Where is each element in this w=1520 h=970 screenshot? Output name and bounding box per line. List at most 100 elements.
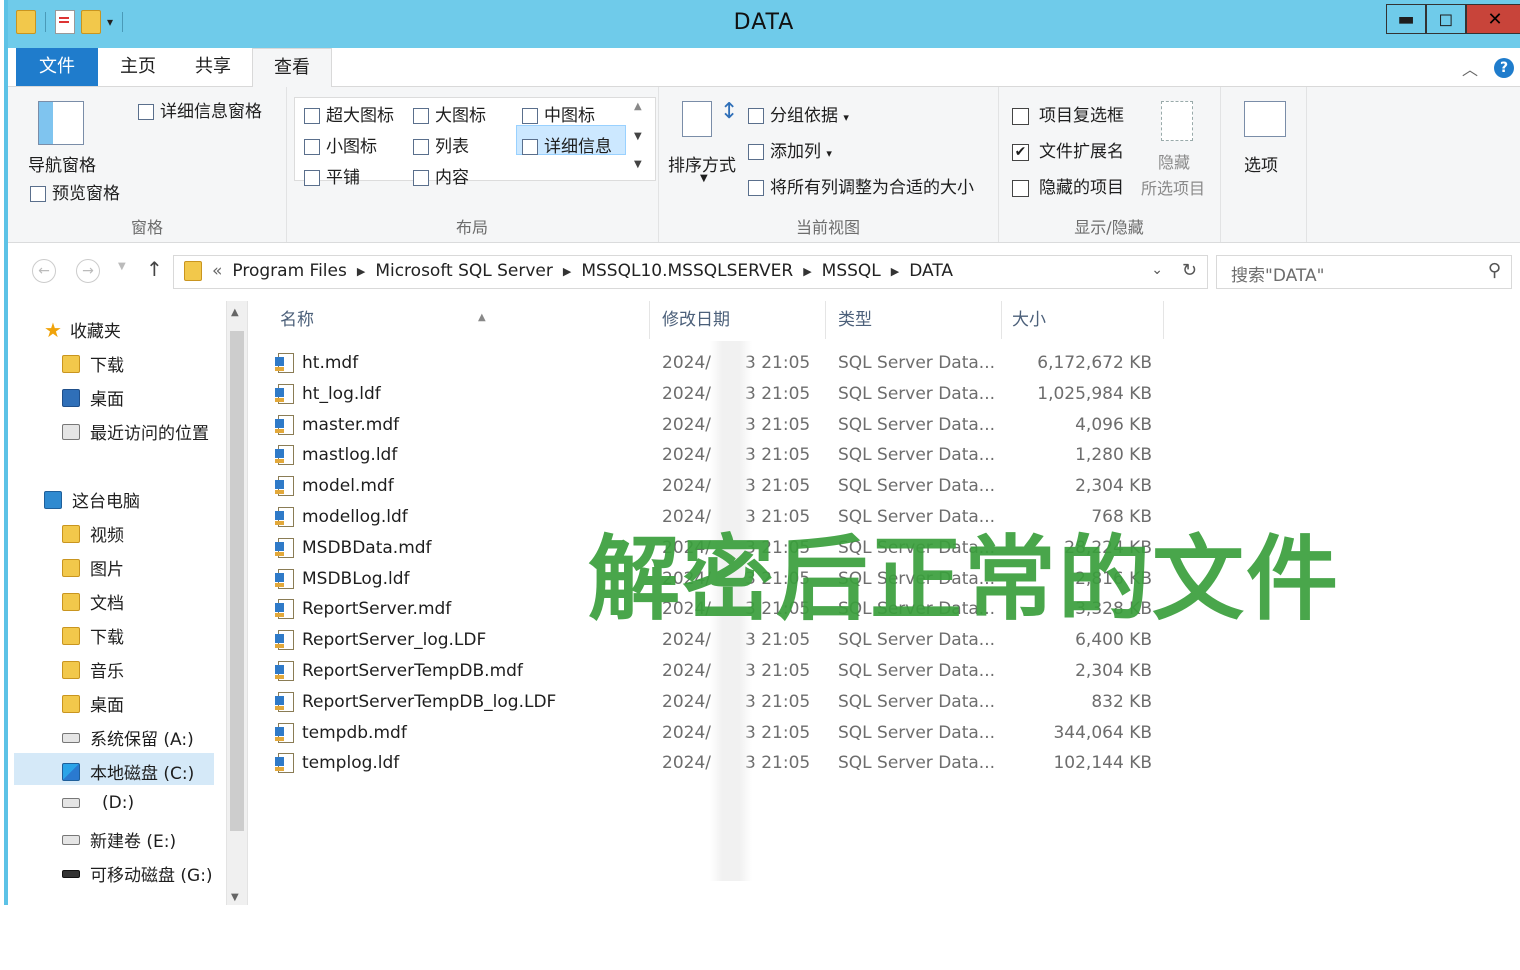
column-header-name[interactable]: 名称 ▲ <box>270 301 650 339</box>
file-name-cell[interactable]: ReportServer_log.LDF <box>275 630 486 651</box>
group-by-icon <box>748 108 764 124</box>
nav-this-pc[interactable]: 这台电脑 <box>44 487 140 512</box>
chevron-right-icon[interactable]: ▶ <box>891 265 899 278</box>
file-name-cell[interactable]: ht_log.ldf <box>275 383 381 404</box>
recent-locations-icon[interactable]: ▼ <box>118 261 126 272</box>
nav-recent[interactable]: 最近访问的位置 <box>62 419 209 444</box>
navigation-pane-icon[interactable] <box>38 101 84 145</box>
selected-items-label[interactable]: 所选项目 <box>1141 175 1205 199</box>
breadcrumb-item[interactable]: MSSQL10.MSSQLSERVER <box>581 261 793 281</box>
minimize-button[interactable]: ▬ <box>1386 4 1426 34</box>
layout-content[interactable]: 内容 <box>413 163 469 188</box>
up-button[interactable]: ↑ <box>146 257 163 281</box>
scroll-up-icon[interactable]: ▲ <box>231 307 239 318</box>
nav-drive-c[interactable]: 本地磁盘 (C:) <box>62 759 194 784</box>
file-name-cell[interactable]: ReportServerTempDB.mdf <box>275 661 523 681</box>
nav-drive-a[interactable]: 系统保留 (A:) <box>62 725 194 750</box>
address-dropdown-icon[interactable]: ⌄ <box>1151 262 1163 278</box>
file-extensions-checkbox[interactable]: ✔ <box>1012 143 1029 161</box>
refresh-icon[interactable]: ↻ <box>1182 260 1197 281</box>
search-icon[interactable]: ⚲ <box>1488 260 1501 281</box>
column-header-type[interactable]: 类型 <box>828 301 1002 339</box>
chevron-right-icon[interactable]: ▶ <box>357 265 365 278</box>
nav-drive-e[interactable]: 新建卷 (E:) <box>62 827 176 852</box>
nav-drive-g[interactable]: 可移动磁盘 (G:) <box>62 861 213 886</box>
layout-small-icons[interactable]: 小图标 <box>304 132 377 157</box>
preview-pane-button[interactable]: 预览窗格 <box>30 179 120 204</box>
breadcrumb-item[interactable]: MSSQL <box>822 261 881 281</box>
nav-videos[interactable]: 视频 <box>62 521 124 546</box>
close-button[interactable]: ✕ <box>1466 4 1520 34</box>
gallery-scroll-up-icon[interactable]: ▲ <box>634 101 642 112</box>
tab-file[interactable]: 文件 <box>16 48 98 86</box>
collapse-ribbon-icon[interactable]: ︿ <box>1462 56 1478 80</box>
options-button[interactable]: 选项 <box>1244 151 1278 176</box>
file-name-cell[interactable]: ht.mdf <box>275 353 358 373</box>
layout-xl-icons[interactable]: 超大图标 <box>304 101 394 126</box>
back-button[interactable]: ← <box>32 259 56 283</box>
help-icon[interactable]: ? <box>1494 58 1514 78</box>
tab-home[interactable]: 主页 <box>108 48 168 86</box>
file-name-cell[interactable]: ReportServer.mdf <box>275 599 451 620</box>
gallery-scroll-down-icon[interactable]: ▼ <box>634 131 642 142</box>
hidden-items-option[interactable]: 隐藏的项目 <box>1012 173 1124 198</box>
layout-tiles[interactable]: 平铺 <box>304 163 360 188</box>
item-checkboxes-option[interactable]: 项目复选框 <box>1012 101 1124 126</box>
nav-music[interactable]: 音乐 <box>62 657 124 682</box>
scroll-down-icon[interactable]: ▼ <box>231 892 239 903</box>
file-name-cell[interactable]: templog.ldf <box>275 753 399 774</box>
hide-button-label[interactable]: 隐藏 <box>1158 149 1190 173</box>
file-size-cell: 344,064 KB <box>1053 722 1152 743</box>
breadcrumb-item[interactable]: DATA <box>909 261 953 281</box>
tab-share[interactable]: 共享 <box>183 48 243 86</box>
nav-desktop-pc[interactable]: 桌面 <box>62 691 124 716</box>
nav-favorites[interactable]: ★ 收藏夹 <box>44 317 121 343</box>
layout-details[interactable]: 详细信息 <box>522 132 612 157</box>
layout-list[interactable]: 列表 <box>413 132 469 157</box>
sort-dropdown-icon[interactable]: ▼ <box>700 173 708 184</box>
nav-downloads-pc[interactable]: 下载 <box>62 623 124 648</box>
hidden-items-checkbox[interactable] <box>1012 179 1029 197</box>
file-name-cell[interactable]: master.mdf <box>275 414 399 435</box>
chevron-right-icon[interactable]: ▶ <box>563 265 571 278</box>
fit-columns-button[interactable]: 将所有列调整为合适的大小 <box>748 173 974 198</box>
file-name-cell[interactable]: mastlog.ldf <box>275 445 397 466</box>
chevron-right-icon[interactable]: ▶ <box>803 265 811 278</box>
navigation-pane-button[interactable]: 导航窗格 <box>28 151 96 176</box>
layout-medium-icons[interactable]: 中图标 <box>522 101 595 126</box>
forward-button[interactable]: → <box>76 259 100 283</box>
nav-pictures[interactable]: 图片 <box>62 555 124 580</box>
sql-data-file-icon <box>275 445 294 466</box>
add-column-button[interactable]: 添加列 ▾ <box>748 137 832 162</box>
file-name-cell[interactable]: ReportServerTempDB_log.LDF <box>275 691 556 712</box>
file-name-cell[interactable]: model.mdf <box>275 476 394 497</box>
maximize-button[interactable]: ◻ <box>1426 4 1466 34</box>
file-name-cell[interactable]: tempdb.mdf <box>275 722 407 743</box>
layout-large-icons[interactable]: 大图标 <box>413 101 486 126</box>
file-extensions-option[interactable]: ✔ 文件扩展名 <box>1012 137 1124 162</box>
nav-downloads[interactable]: 下载 <box>62 351 124 376</box>
hide-selected-icon[interactable] <box>1161 101 1193 141</box>
tab-view[interactable]: 查看 <box>252 48 332 88</box>
file-name-cell[interactable]: MSDBLog.ldf <box>275 568 409 589</box>
nav-drive-d[interactable]: (D:) <box>62 793 134 813</box>
details-pane-button[interactable]: 详细信息窗格 <box>138 97 262 122</box>
breadcrumb-item[interactable]: Microsoft SQL Server <box>375 261 553 281</box>
item-checkboxes-checkbox[interactable] <box>1012 107 1029 125</box>
nav-scrollbar[interactable]: ▲ ▼ <box>226 301 248 905</box>
gallery-expand-icon[interactable]: ▼ <box>634 159 642 170</box>
file-name-cell[interactable]: modellog.ldf <box>275 507 408 527</box>
options-icon[interactable] <box>1244 101 1286 137</box>
group-by-button[interactable]: 分组依据 ▾ <box>748 101 849 126</box>
search-input[interactable]: 搜索"DATA" ⚲ <box>1216 255 1512 289</box>
breadcrumb-item[interactable]: Program Files <box>232 261 346 281</box>
column-header-size[interactable]: 大小 <box>1002 301 1164 339</box>
nav-desktop[interactable]: 桌面 <box>62 385 124 410</box>
scrollbar-thumb[interactable] <box>230 331 244 831</box>
column-header-modified[interactable]: 修改日期 <box>652 301 826 339</box>
sort-by-icon[interactable] <box>682 101 712 137</box>
file-name-cell[interactable]: MSDBData.mdf <box>275 537 432 558</box>
overflow-chevron-icon[interactable]: « <box>212 261 222 281</box>
address-bar[interactable]: « Program Files ▶ Microsoft SQL Server ▶… <box>173 255 1208 289</box>
nav-documents[interactable]: 文档 <box>62 589 124 614</box>
